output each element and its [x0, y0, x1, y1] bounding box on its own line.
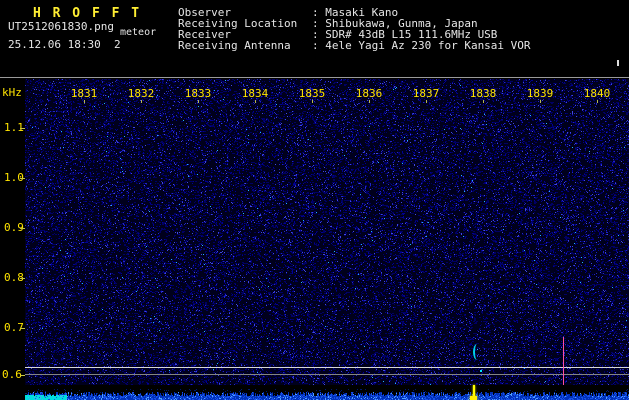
filename: UT2512061830.png	[8, 20, 114, 33]
time-tick	[426, 100, 427, 103]
freq-tick	[20, 178, 25, 179]
time-tick	[483, 100, 484, 103]
time-label: 1834	[241, 87, 269, 100]
app-title: H R O F F T	[33, 6, 142, 21]
time-label: 1836	[355, 87, 383, 100]
time-tick	[597, 100, 598, 103]
level-spike-base	[470, 396, 477, 400]
time-tick	[198, 100, 199, 103]
freq-tick	[20, 228, 25, 229]
carrier-line-dim	[25, 374, 629, 375]
time-label: 1832	[127, 87, 155, 100]
freq-tick	[20, 278, 25, 279]
level-canvas	[25, 385, 629, 400]
freq-label: 0.6	[2, 368, 22, 381]
freq-tick	[20, 375, 25, 376]
time-tick	[141, 100, 142, 103]
freq-tick	[20, 328, 25, 329]
mode-label: meteor	[120, 27, 157, 38]
spectrogram-canvas	[25, 79, 629, 385]
antenna-label: Receiving Antenna	[178, 39, 291, 52]
time-tick	[255, 100, 256, 103]
time-tick	[369, 100, 370, 103]
datetime: 25.12.06 18:30 2	[8, 38, 121, 51]
time-label: 1837	[412, 87, 440, 100]
carrier-line-bright	[25, 367, 629, 368]
hrofft-screen: H R O F F T UT2512061830.png meteor 25.1…	[0, 0, 629, 400]
time-label: 1831	[70, 87, 98, 100]
header-divider	[0, 77, 629, 78]
time-label: 1838	[469, 87, 497, 100]
time-label: 1840	[583, 87, 611, 100]
time-tick	[312, 100, 313, 103]
freq-tick	[20, 128, 25, 129]
freq-unit-label: kHz	[2, 86, 22, 99]
meteor-echo-dot	[480, 370, 482, 372]
time-label: 1835	[298, 87, 326, 100]
time-label: 1833	[184, 87, 212, 100]
header-mark	[617, 60, 619, 66]
time-tick	[540, 100, 541, 103]
antenna-value: : 4ele Yagi Az 230 for Kansai VOR	[312, 39, 531, 52]
time-tick	[84, 100, 85, 103]
time-label: 1839	[526, 87, 554, 100]
meteor-echo-trace	[473, 344, 481, 360]
